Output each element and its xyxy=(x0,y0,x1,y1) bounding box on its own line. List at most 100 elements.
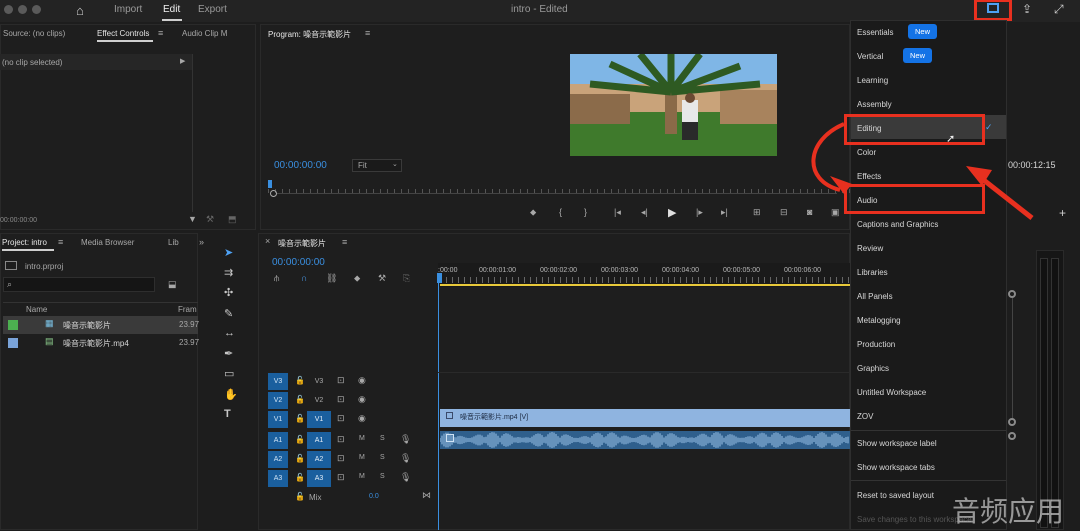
zoom-handle-left[interactable] xyxy=(270,190,277,197)
go-to-in-icon[interactable]: |◂ xyxy=(614,207,621,218)
scroll-handle-bottom[interactable] xyxy=(1008,432,1016,440)
play-icon[interactable]: ▶ xyxy=(668,206,676,219)
lock-icon[interactable]: 🔓 xyxy=(295,376,305,385)
filter-icon[interactable]: ▼ xyxy=(188,214,197,224)
label-color-swatch[interactable] xyxy=(8,338,18,348)
track-select-tool-icon[interactable]: ⇉ xyxy=(224,266,233,279)
settings-wrench-icon[interactable]: ⚒ xyxy=(378,273,386,284)
menu-item-libraries[interactable]: Libraries xyxy=(857,268,888,277)
menu-item-metalogging[interactable]: Metalogging xyxy=(857,316,901,325)
label-color-swatch[interactable] xyxy=(8,320,18,330)
sync-lock-icon[interactable]: ⊡ xyxy=(337,453,345,464)
tab-project[interactable]: Project: intro xyxy=(2,238,47,247)
track-patch-a2[interactable]: A2 xyxy=(268,451,288,468)
scroll-handle-mid[interactable] xyxy=(1008,418,1016,426)
scrollbar-track[interactable] xyxy=(1012,298,1013,418)
solo-button[interactable]: S xyxy=(380,473,385,480)
selection-tool-icon[interactable]: ➤ xyxy=(224,246,233,259)
project-search-input[interactable] xyxy=(3,277,155,292)
share-icon[interactable]: ⇪ xyxy=(1022,2,1032,16)
scroll-handle-top[interactable] xyxy=(1008,290,1016,298)
track-target-v2[interactable]: V2 xyxy=(307,392,331,409)
menu-item-graphics[interactable]: Graphics xyxy=(857,364,889,373)
home-icon[interactable]: ⌂ xyxy=(76,3,84,18)
sync-lock-icon[interactable]: ⊡ xyxy=(337,375,345,386)
program-playhead[interactable] xyxy=(268,180,272,188)
nest-icon[interactable]: ⫛ xyxy=(274,273,279,284)
program-scrub-ruler[interactable] xyxy=(268,180,850,193)
eye-icon[interactable]: ◉ xyxy=(358,413,366,424)
type-tool-icon[interactable]: T xyxy=(224,408,231,420)
nav-edit[interactable]: Edit xyxy=(163,4,180,15)
fullscreen-icon[interactable]: ⤢ xyxy=(1054,2,1064,17)
menu-item-untitled-workspace[interactable]: Untitled Workspace xyxy=(857,388,926,397)
track-target-v1[interactable]: V1 xyxy=(307,411,331,428)
microphone-icon[interactable]: 🎙 xyxy=(400,434,411,445)
menu-item-review[interactable]: Review xyxy=(857,244,883,253)
captions-icon[interactable]: ⎘ xyxy=(403,273,410,284)
panel-menu-icon[interactable]: ≡ xyxy=(158,28,163,38)
track-patch-v2[interactable]: V2 xyxy=(268,392,288,409)
lock-icon[interactable]: 🔓 xyxy=(295,492,305,501)
menu-item-zov[interactable]: ZOV xyxy=(857,412,873,421)
workspaces-icon[interactable] xyxy=(987,3,999,13)
razor-tool-icon[interactable]: ✎ xyxy=(224,307,233,320)
track-patch-v3[interactable]: V3 xyxy=(268,373,288,390)
lock-icon[interactable]: 🔓 xyxy=(295,395,305,404)
column-frame-rate[interactable]: Fram xyxy=(178,305,197,314)
mix-value[interactable]: 0.0 xyxy=(369,493,379,500)
mute-button[interactable]: M xyxy=(359,435,365,442)
go-to-edit-icon[interactable]: ⋈ xyxy=(422,490,431,501)
sync-lock-icon[interactable]: ⊡ xyxy=(337,394,345,405)
eye-icon[interactable]: ◉ xyxy=(358,375,366,386)
lock-icon[interactable]: 🔓 xyxy=(295,454,305,463)
hand-tool-icon[interactable]: ✋ xyxy=(224,388,238,401)
program-menu-icon[interactable]: ≡ xyxy=(365,28,370,38)
sync-lock-icon[interactable]: ⊡ xyxy=(337,472,345,483)
lock-icon[interactable]: 🔓 xyxy=(295,435,305,444)
add-button-icon[interactable]: + xyxy=(1059,206,1066,220)
column-name[interactable]: Name xyxy=(26,305,47,314)
play-only-icon[interactable]: ▶ xyxy=(180,57,185,65)
sync-lock-icon[interactable]: ⊡ xyxy=(337,434,345,445)
track-patch-a1[interactable]: A1 xyxy=(268,432,288,449)
nav-export[interactable]: Export xyxy=(198,4,227,15)
menu-item-vertical[interactable]: Vertical xyxy=(857,52,883,61)
tab-audio-clip-mixer[interactable]: Audio Clip M xyxy=(182,29,227,38)
slip-tool-icon[interactable]: ↔ xyxy=(224,327,235,339)
wrench-icon[interactable]: ⚒ xyxy=(206,214,214,225)
eye-icon[interactable]: ◉ xyxy=(358,394,366,405)
lock-icon[interactable]: 🔓 xyxy=(295,473,305,482)
audio-clip[interactable] xyxy=(440,431,850,449)
work-area-bar[interactable] xyxy=(440,284,850,286)
mute-button[interactable]: M xyxy=(359,454,365,461)
playhead-handle[interactable] xyxy=(437,273,442,283)
sequence-menu-icon[interactable]: ≡ xyxy=(342,237,347,247)
more-panels-icon[interactable]: » xyxy=(199,237,204,247)
extract-icon[interactable]: ⊟ xyxy=(780,207,788,218)
sequence-tab[interactable]: 噪音示範影片 xyxy=(278,238,326,249)
new-bin-icon[interactable]: ⬓ xyxy=(168,279,177,290)
ripple-edit-tool-icon[interactable]: ✣ xyxy=(224,286,233,299)
mark-out-icon[interactable]: } xyxy=(584,207,587,217)
menu-item-reset[interactable]: Reset to saved layout xyxy=(857,491,934,500)
snap-icon[interactable]: ∩ xyxy=(301,273,307,283)
microphone-icon[interactable]: 🎙 xyxy=(400,472,411,483)
window-zoom-dot[interactable] xyxy=(32,5,41,14)
step-forward-icon[interactable]: |▸ xyxy=(696,207,703,218)
lock-icon[interactable]: 🔓 xyxy=(295,414,305,423)
rectangle-tool-icon[interactable]: ▭ xyxy=(224,367,234,380)
step-back-icon[interactable]: ◂| xyxy=(641,207,648,218)
nav-import[interactable]: Import xyxy=(114,4,142,15)
tab-source[interactable]: Source: (no clips) xyxy=(3,29,65,38)
timeline-timecode[interactable]: 00:00:00:00 xyxy=(272,257,325,268)
menu-item-assembly[interactable]: Assembly xyxy=(857,100,892,109)
add-marker-icon[interactable]: ⬥ xyxy=(354,273,360,284)
solo-button[interactable]: S xyxy=(380,454,385,461)
menu-item-production[interactable]: Production xyxy=(857,340,895,349)
pen-tool-icon[interactable]: ✒ xyxy=(224,347,233,360)
program-playhead-timecode[interactable]: 00:00:00:00 xyxy=(274,160,327,171)
menu-item-show-tabs[interactable]: Show workspace tabs xyxy=(857,463,935,472)
microphone-icon[interactable]: 🎙 xyxy=(400,453,411,464)
tab-libraries[interactable]: Lib xyxy=(168,238,179,247)
